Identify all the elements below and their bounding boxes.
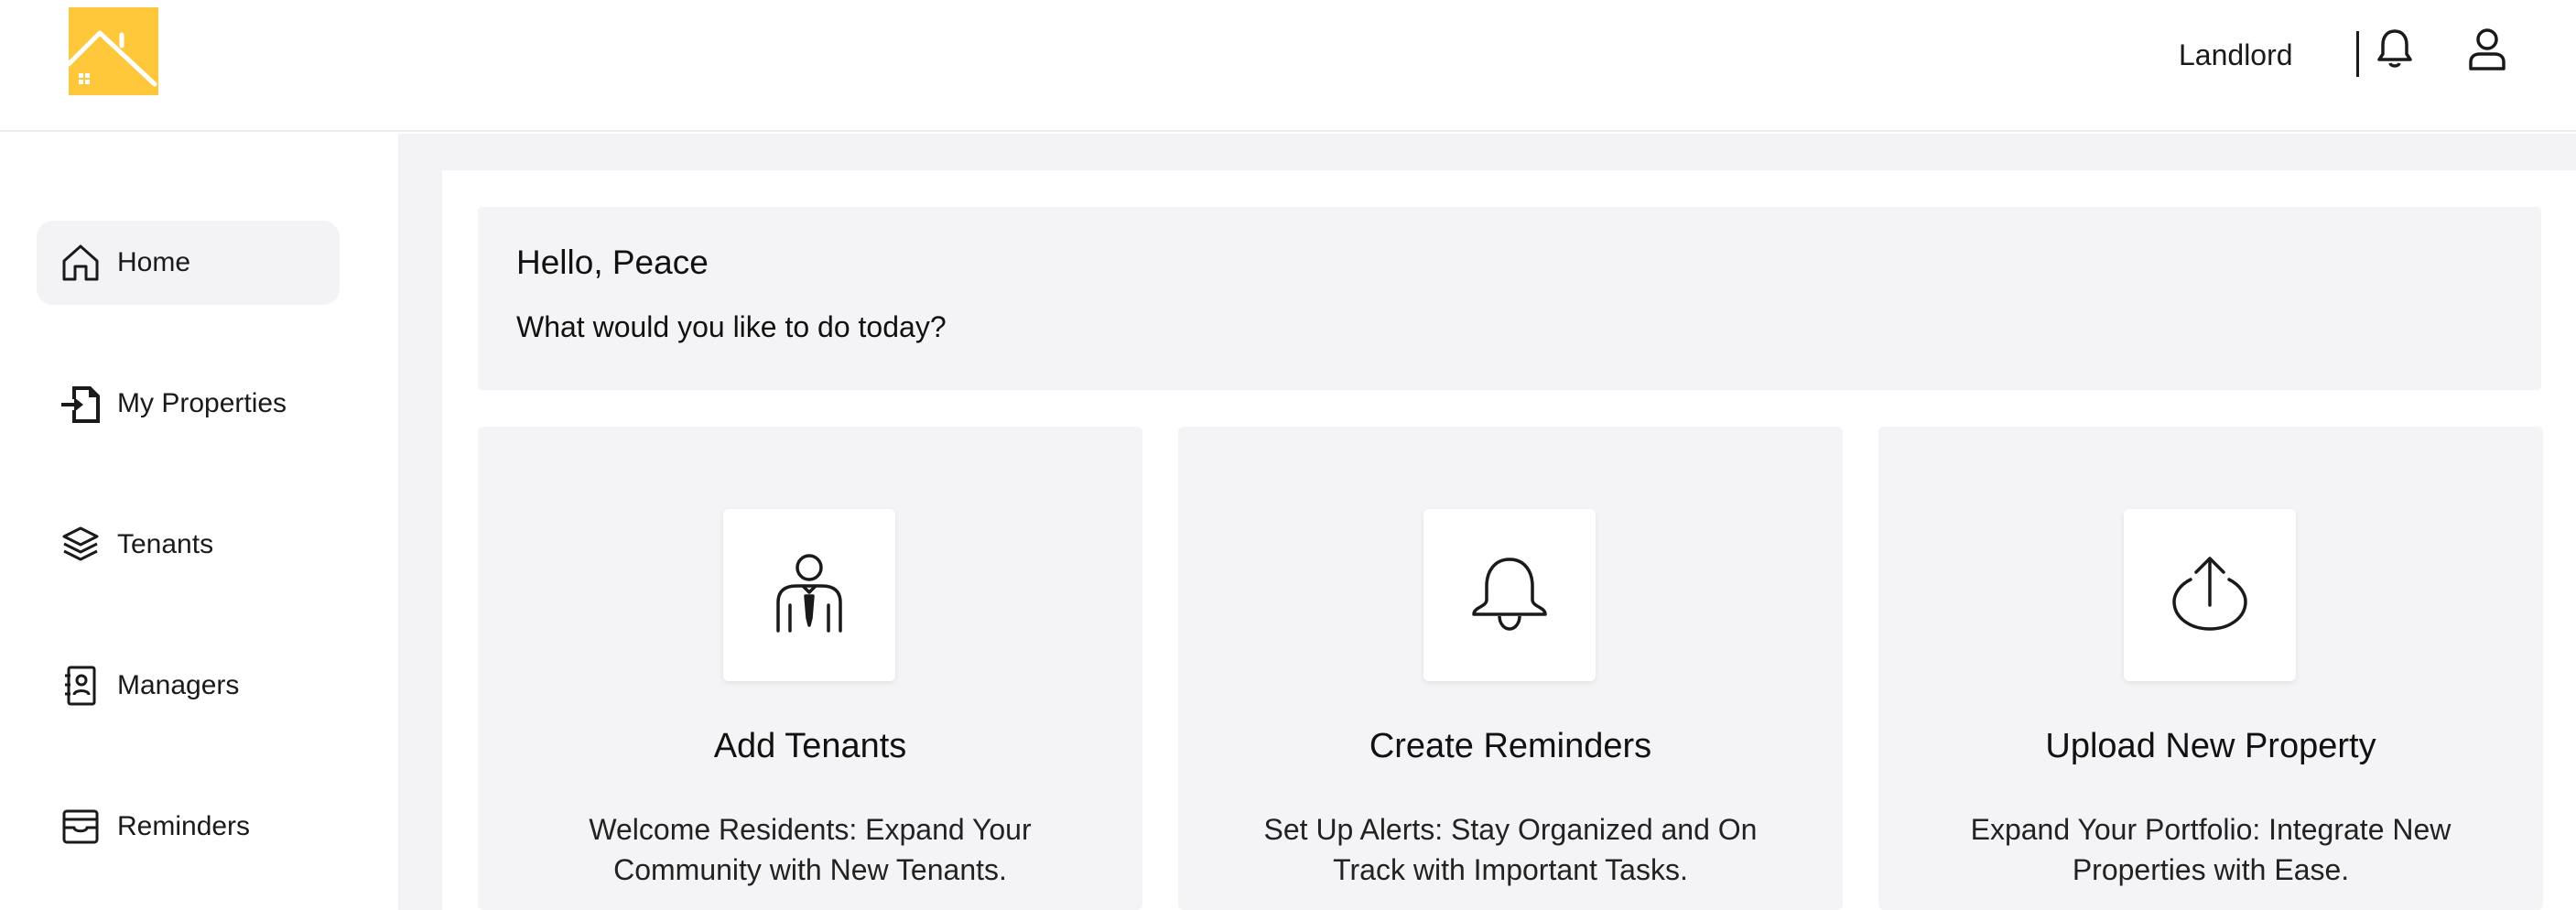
profile-button[interactable] xyxy=(2464,27,2510,75)
home-icon xyxy=(57,239,104,287)
layers-icon xyxy=(57,521,104,569)
card-title: Create Reminders xyxy=(1369,727,1652,765)
card-icon-box xyxy=(2124,509,2296,681)
sidebar-item-label: Managers xyxy=(117,670,240,700)
card-icon-box xyxy=(1423,509,1596,681)
sidebar-item-label: My Properties xyxy=(117,388,287,418)
inbox-icon xyxy=(57,803,104,850)
bell-icon xyxy=(2376,27,2413,74)
bell-icon xyxy=(1470,554,1549,637)
sidebar-item-label: Tenants xyxy=(117,529,214,559)
sidebar-item-managers[interactable]: Managers xyxy=(37,644,340,728)
sidebar-item-reminders[interactable]: Reminders xyxy=(37,785,340,869)
greeting-title: Hello, Peace xyxy=(516,244,709,281)
create-reminders-card[interactable]: Create Reminders Set Up Alerts: Stay Org… xyxy=(1178,427,1843,910)
card-title: Upload New Property xyxy=(2045,727,2376,765)
user-role-label: Landlord xyxy=(2179,38,2293,71)
sidebar-item-home[interactable]: Home xyxy=(37,221,340,305)
sidebar: Home My Properties Tenants Managers Remi… xyxy=(0,134,398,910)
card-title: Add Tenants xyxy=(713,727,907,765)
card-description: Expand Your Portfolio: Integrate New Pro… xyxy=(1970,813,2452,886)
card-description: Set Up Alerts: Stay Organized and On Tra… xyxy=(1263,813,1758,886)
user-icon xyxy=(2468,27,2506,76)
card-description: Welcome Residents: Expand Your Community… xyxy=(589,813,1032,886)
add-tenants-card[interactable]: Add Tenants Welcome Residents: Expand Yo… xyxy=(478,427,1142,910)
file-import-icon xyxy=(57,380,104,428)
greeting-subtitle: What would you like to do today? xyxy=(516,310,947,343)
sidebar-item-label: Home xyxy=(117,247,191,277)
top-bar: Landlord xyxy=(0,0,2576,132)
businessman-icon xyxy=(773,552,846,639)
house-logo-icon[interactable] xyxy=(66,7,158,95)
header-divider xyxy=(2356,31,2359,77)
upload-new-property-card[interactable]: Upload New Property Expand Your Portfoli… xyxy=(1878,427,2543,910)
sidebar-item-label: Reminders xyxy=(117,811,251,841)
upload-icon xyxy=(2170,554,2249,637)
contact-book-icon xyxy=(57,662,104,710)
card-icon-box xyxy=(723,509,895,681)
sidebar-item-my-properties[interactable]: My Properties xyxy=(37,362,340,446)
notifications-button[interactable] xyxy=(2375,27,2415,73)
greeting-panel: Hello, Peace What would you like to do t… xyxy=(478,207,2541,390)
sidebar-item-tenants[interactable]: Tenants xyxy=(37,503,340,587)
